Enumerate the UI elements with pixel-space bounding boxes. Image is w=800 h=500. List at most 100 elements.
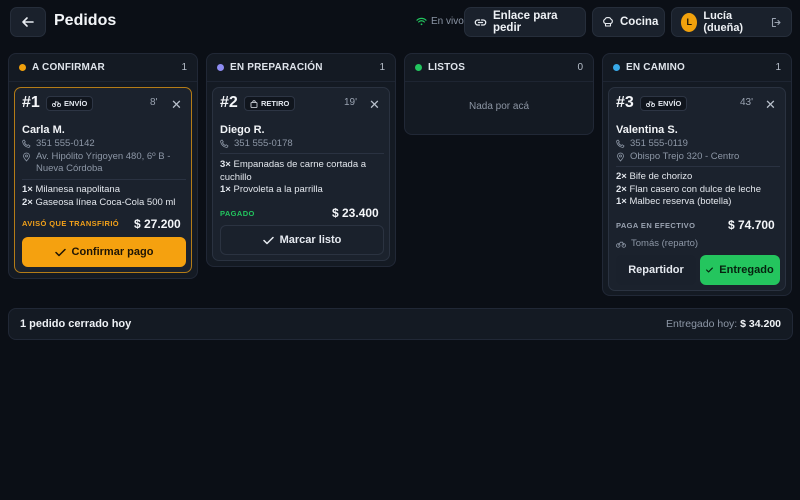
close-icon[interactable]: ✕ [369,98,380,111]
order-number: #2 [220,94,238,111]
page-title: Pedidos [54,12,117,29]
column-count: 1 [181,62,187,73]
address-line-2: Nueva Córdoba [36,163,103,174]
status-dot [217,64,224,71]
column-title: EN PREPARACIÓN [230,62,323,73]
status-dot [415,64,422,71]
phone-icon [22,138,31,148]
kitchen-button[interactable]: Cocina [592,7,665,37]
order-items: 3× Empanadas de carne cortada a cuchillo… [220,159,366,197]
location-pin-icon [22,151,31,162]
column-ready: LISTOS 0 Nada por acá [404,53,594,135]
column-header: EN PREPARACIÓN 1 [207,54,395,82]
bike-icon [616,238,626,248]
confirm-payment-label: Confirmar pago [71,246,154,258]
assign-dealer-label: Repartidor [628,264,684,276]
order-type-label: RETIRO [261,99,290,108]
order-type-label: ENVÍO [64,99,88,108]
customer-address: Obispo Trejo 320 - Centro [616,151,739,163]
elapsed-time: 43' [740,97,754,108]
customer-address: Av. Hipólito Yrigoyen 480, 6º B - Nueva … [22,151,170,175]
order-type-badge: RETIRO [244,96,296,111]
list-item: 1× Milanesa napolitana [22,184,120,195]
link-icon [474,16,487,29]
customer-phone: 351 555-0142 [22,138,95,150]
list-item: 1× Provoleta a la parrilla [220,184,323,195]
delivered-button[interactable]: Entregado [700,255,780,285]
list-item-continued: cuchillo [220,171,252,183]
assign-dealer-button[interactable]: Repartidor [616,255,696,285]
column-header: A CONFIRMAR 1 [9,54,197,82]
delivered-today-total: $ 34.200 [740,318,781,330]
phone-text: 351 555-0119 [630,138,688,149]
order-card[interactable]: #3 ENVÍO 43' ✕ Valentina S. 351 555-0119… [608,87,786,291]
phone-text: 351 555-0142 [36,138,95,149]
order-total: $ 23.400 [332,206,379,220]
divider [616,166,780,167]
wifi-icon [416,17,427,26]
order-number: #3 [616,94,634,111]
divider [22,179,186,180]
column-title: LISTOS [428,62,466,73]
close-icon[interactable]: ✕ [765,98,776,111]
status-dot [613,64,620,71]
order-total: $ 74.700 [728,218,775,232]
list-item: 2× Flan casero con dulce de leche [616,183,761,195]
customer-phone: 351 555-0119 [616,138,688,150]
phone-text: 351 555-0178 [234,138,293,149]
order-total: $ 27.200 [134,217,181,231]
phone-icon [220,138,229,148]
chef-hat-icon [602,16,614,28]
column-header: LISTOS 0 [405,54,593,82]
elapsed-time: 8' [150,97,158,108]
avatar: L [681,12,698,32]
phone-icon [616,138,625,148]
address-line-1: Obispo Trejo 320 - Centro [630,151,740,162]
delivery-person: Tomás (reparto) [616,238,698,250]
logout-icon[interactable] [771,17,782,28]
closed-orders-bar[interactable]: 1 pedido cerrado hoy Entregado hoy: $ 34… [8,308,793,340]
back-button[interactable] [10,7,46,37]
user-name: Lucía (dueña) [703,10,744,34]
closed-orders-summary: 1 pedido cerrado hoy [20,318,132,330]
confirm-payment-button[interactable]: Confirmar pago [22,237,186,267]
order-type-badge: ENVÍO [46,96,94,111]
order-card[interactable]: #1 ENVÍO 8' ✕ Carla M. 351 555-0142 Av. … [14,87,192,273]
check-icon [706,267,714,273]
payment-status: PAGA EN EFECTIVO [616,221,696,230]
customer-name: Valentina S. [616,124,678,136]
bike-icon [646,100,655,107]
elapsed-time: 19' [344,97,358,108]
column-to-confirm: A CONFIRMAR 1 #1 ENVÍO 8' ✕ Carla M. 351… [8,53,198,279]
address-line-1: Av. Hipólito Yrigoyen 480, 6º B - [36,151,171,162]
close-icon[interactable]: ✕ [171,98,182,111]
user-menu[interactable]: L Lucía (dueña) [671,7,792,37]
order-items: 2× Bife de chorizo 2× Flan casero con du… [616,171,761,209]
location-pin-icon [616,151,625,162]
delivered-today: Entregado hoy: $ 34.200 [666,318,781,330]
list-item: 1× Malbec reserva (botella) [616,196,732,207]
payment-status: AVISÓ QUE TRANSFIRIÓ [22,219,120,228]
check-icon [262,236,274,245]
list-item: 2× Gaseosa línea Coca-Cola 500 ml [22,196,176,208]
customer-name: Carla M. [22,124,65,136]
column-count: 1 [775,62,781,73]
top-bar: Pedidos En vivo Enlace para pedir Cocina… [0,0,800,46]
column-count: 0 [577,62,583,73]
bag-icon [250,99,258,108]
delivery-person-name: Tomás (reparto) [631,238,699,249]
mark-ready-label: Marcar listo [279,234,342,246]
mark-ready-button[interactable]: Marcar listo [220,225,384,255]
order-number: #1 [22,94,40,111]
column-title: A CONFIRMAR [32,62,105,73]
order-type-badge: ENVÍO [640,96,688,111]
live-status: En vivo [416,16,464,27]
status-dot [19,64,26,71]
order-card[interactable]: #2 RETIRO 19' ✕ Diego R. 351 555-0178 3×… [212,87,390,261]
live-status-label: En vivo [431,16,464,27]
payment-status: PAGADO [220,209,255,218]
column-header: EN CAMINO 1 [603,54,791,82]
order-link-button[interactable]: Enlace para pedir [464,7,586,37]
order-link-label: Enlace para pedir [493,10,558,34]
order-type-label: ENVÍO [658,99,682,108]
